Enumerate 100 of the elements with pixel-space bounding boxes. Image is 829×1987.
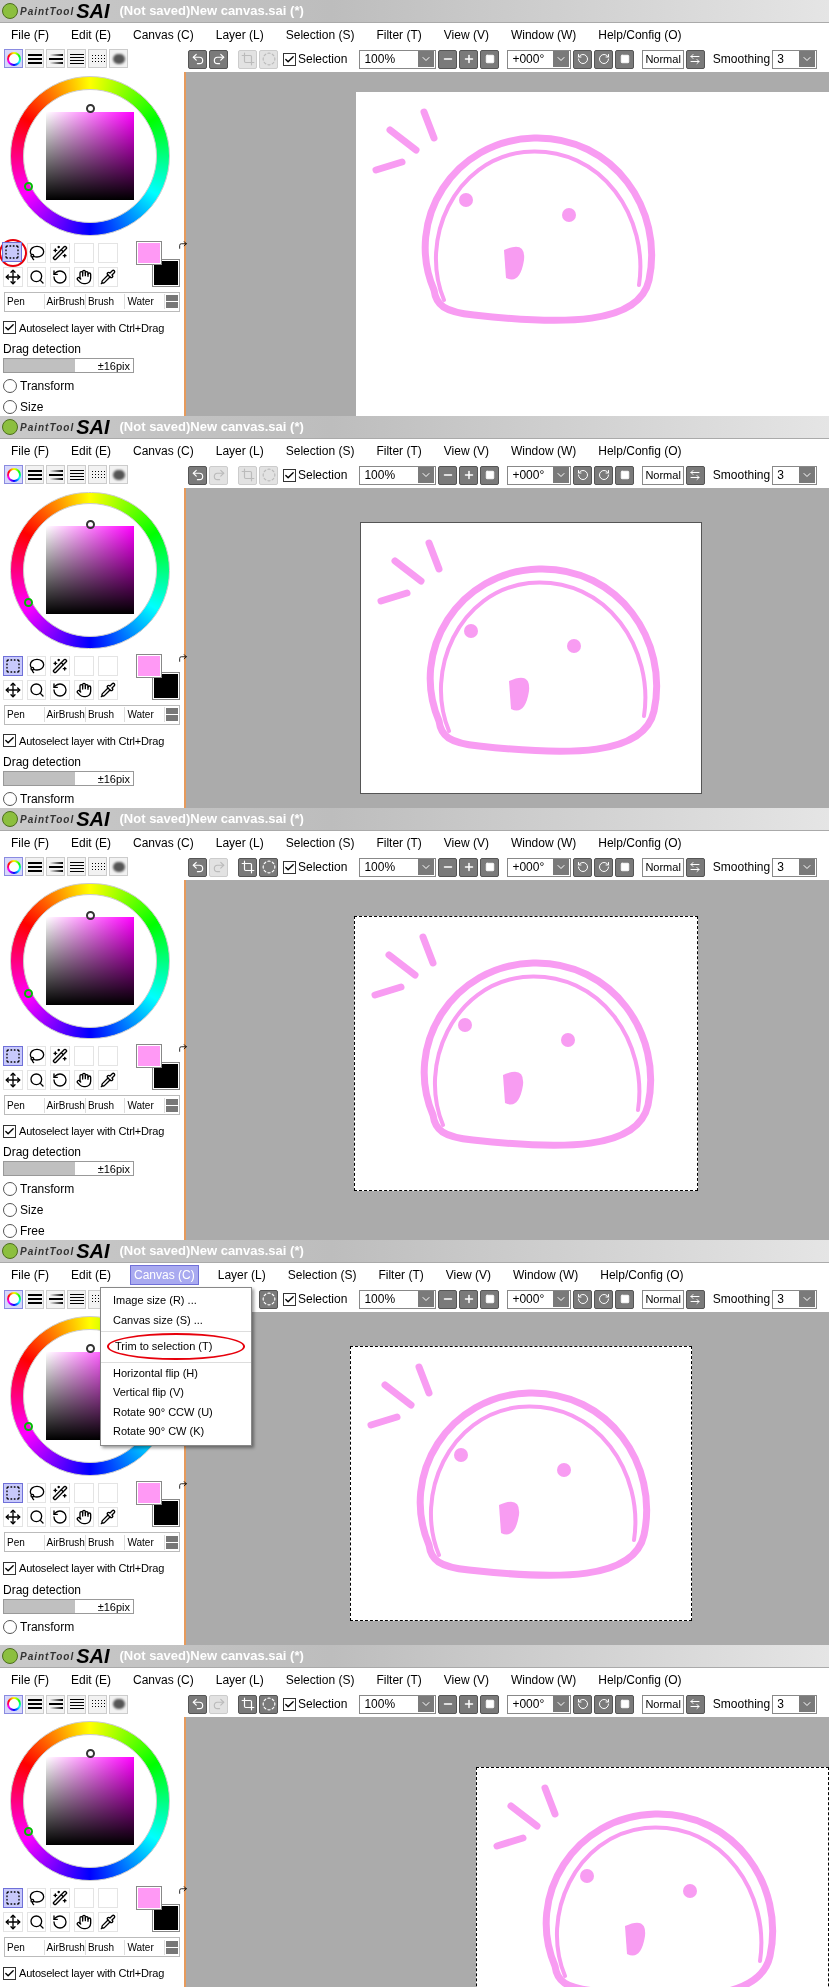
brush-tab[interactable]: Pen [5, 1097, 45, 1113]
menu-item[interactable]: Filter (T) [375, 1265, 427, 1284]
color-panel-tab[interactable] [109, 1694, 128, 1714]
angle-dropdown[interactable]: +000° [507, 49, 572, 69]
brush-tab[interactable]: Water [125, 1939, 165, 1955]
toolbar-button[interactable] [259, 1694, 278, 1714]
rotate-left-button[interactable] [573, 465, 593, 485]
menu-item[interactable]: Help/Config (O) [595, 1670, 685, 1689]
menu-item[interactable]: Canvas (C) [130, 25, 197, 44]
brush-tab[interactable]: Water [125, 1097, 165, 1113]
menu-option[interactable]: Image size (R) ... [107, 1291, 245, 1310]
menu-item[interactable]: Help/Config (O) [597, 1265, 687, 1284]
checkbox[interactable] [3, 734, 16, 748]
menu-item[interactable]: Selection (S) [282, 441, 358, 460]
background-color-swatch[interactable] [152, 1063, 179, 1090]
brush-tab[interactable]: Water [125, 1534, 165, 1550]
zoom-in-button[interactable] [459, 1694, 479, 1714]
zoom-in-button[interactable] [459, 49, 479, 69]
background-color-swatch[interactable] [152, 673, 179, 699]
brush-tab[interactable]: Brush [85, 1097, 126, 1113]
menu-item[interactable]: File (F) [8, 1265, 52, 1284]
checkbox[interactable] [283, 52, 296, 66]
color-panel-tab[interactable] [46, 857, 65, 877]
menu-item[interactable]: File (F) [8, 833, 52, 852]
checkbox[interactable] [283, 468, 296, 482]
toolbar-button[interactable] [188, 1694, 207, 1714]
flip-button[interactable] [685, 857, 705, 877]
brush-tab[interactable]: AirBrush [44, 707, 86, 723]
color-panel-tab[interactable] [4, 857, 23, 877]
checkbox[interactable] [3, 1561, 16, 1575]
toolbar-button[interactable] [188, 49, 207, 69]
flip-button[interactable] [685, 1289, 705, 1309]
scroll-arrows-icon[interactable] [165, 1940, 179, 1954]
rotate-left-button[interactable] [573, 49, 593, 69]
zoom-reset-button[interactable] [480, 1694, 500, 1714]
color-panel-tab[interactable] [46, 49, 65, 69]
scroll-arrows-icon[interactable] [165, 1098, 179, 1112]
radio-button[interactable] [3, 1182, 17, 1196]
swap-arrow-icon[interactable] [178, 1043, 188, 1054]
zoom-reset-button[interactable] [480, 49, 500, 69]
tool-button[interactable] [3, 656, 23, 676]
rotate-right-button[interactable] [594, 1289, 614, 1309]
menu-option[interactable]: Trim to selection (T) [107, 1333, 245, 1360]
angle-dropdown[interactable]: +000° [507, 465, 572, 485]
brush-tab[interactable]: AirBrush [44, 1534, 86, 1550]
menu-item[interactable]: File (F) [8, 441, 52, 460]
radio-button[interactable] [3, 400, 17, 414]
rotate-reset-button[interactable] [615, 49, 635, 69]
color-panel-tab[interactable] [46, 465, 65, 485]
foreground-color-swatch[interactable] [136, 655, 161, 677]
brush-tab[interactable]: Brush [85, 294, 126, 310]
shade-square[interactable] [46, 1757, 134, 1845]
zoom-reset-button[interactable] [480, 1289, 500, 1309]
menu-item[interactable]: Edit (E) [68, 1265, 114, 1284]
zoom-out-button[interactable] [438, 1289, 458, 1309]
menu-item[interactable]: Edit (E) [68, 833, 114, 852]
angle-dropdown[interactable]: +000° [507, 1694, 572, 1714]
menu-item[interactable]: Help/Config (O) [595, 833, 685, 852]
radio-button[interactable] [3, 379, 17, 393]
menu-item[interactable]: File (F) [8, 25, 52, 44]
brush-tab[interactable]: AirBrush [44, 294, 86, 310]
toolbar-button[interactable] [209, 49, 228, 69]
color-panel-tab[interactable] [88, 1694, 107, 1714]
shade-square[interactable] [46, 111, 134, 200]
rotate-left-button[interactable] [573, 1289, 593, 1309]
brush-tab[interactable]: AirBrush [44, 1097, 86, 1113]
toolbar-button[interactable] [238, 1694, 257, 1714]
zoom-in-button[interactable] [459, 1289, 479, 1309]
zoom-dropdown[interactable]: 100% [359, 49, 437, 69]
rotate-reset-button[interactable] [615, 1694, 635, 1714]
menu-item[interactable]: Window (W) [507, 25, 580, 44]
smoothing-dropdown[interactable]: 3 [772, 465, 818, 485]
zoom-dropdown[interactable]: 100% [359, 465, 437, 485]
scroll-arrows-icon[interactable] [165, 295, 179, 309]
flip-button[interactable] [685, 465, 705, 485]
menu-item[interactable]: View (V) [440, 833, 492, 852]
menu-item[interactable]: Help/Config (O) [595, 25, 685, 44]
tool-button[interactable] [3, 1046, 23, 1067]
menu-item[interactable]: Window (W) [507, 441, 580, 460]
menu-item[interactable]: Selection (S) [282, 833, 358, 852]
menu-item[interactable]: Help/Config (O) [595, 441, 685, 460]
blend-mode-button[interactable]: Normal [642, 1289, 684, 1309]
brush-tab[interactable]: Pen [5, 1939, 45, 1955]
angle-dropdown[interactable]: +000° [507, 857, 572, 877]
color-panel-tab[interactable] [46, 1289, 65, 1309]
rotate-reset-button[interactable] [615, 1289, 635, 1309]
menu-item[interactable]: Selection (S) [282, 25, 358, 44]
color-panel-tab[interactable] [67, 1289, 86, 1309]
swap-arrow-icon[interactable] [178, 1480, 188, 1490]
menu-item[interactable]: Layer (L) [214, 1265, 269, 1284]
brush-tab[interactable]: AirBrush [44, 1939, 86, 1955]
zoom-reset-button[interactable] [480, 857, 500, 877]
menu-option[interactable]: Canvas size (S) ... [107, 1310, 245, 1329]
menu-option[interactable]: Vertical flip (V) [107, 1383, 245, 1402]
zoom-reset-button[interactable] [480, 465, 500, 485]
foreground-color-swatch[interactable] [136, 241, 161, 264]
menu-item[interactable]: Canvas (C) [130, 833, 197, 852]
color-panel-tab[interactable] [46, 1694, 65, 1714]
checkbox[interactable] [3, 321, 16, 335]
drag-detection-slider[interactable]: ±16pix [3, 1161, 134, 1176]
